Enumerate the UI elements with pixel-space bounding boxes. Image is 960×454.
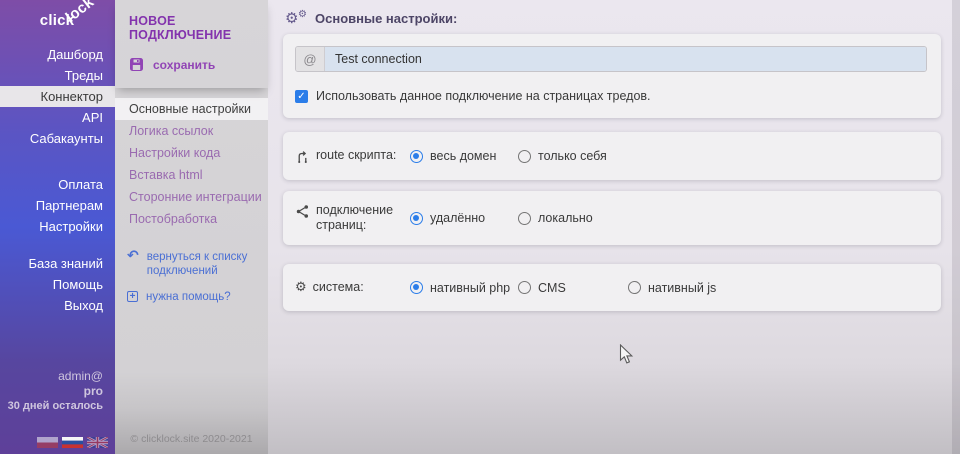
script-route-label-group: route скрипта: bbox=[295, 148, 410, 164]
use-on-threads-checkbox[interactable]: ✓ bbox=[295, 90, 308, 103]
save-button[interactable]: сохранить bbox=[129, 57, 254, 72]
sidebar-item-help[interactable]: Помощь bbox=[0, 274, 115, 295]
account-email-line2: pro bbox=[8, 384, 103, 399]
undo-arrow-icon: ↶ bbox=[127, 250, 139, 278]
sidebar-item-knowledge-base[interactable]: База знаний bbox=[0, 253, 115, 274]
system-label: система: bbox=[313, 280, 364, 295]
menu-item-integrations[interactable]: Сторонние интеграции bbox=[115, 186, 268, 208]
radio-selected-icon[interactable] bbox=[410, 150, 423, 163]
route-split-icon bbox=[295, 149, 310, 164]
connection-name-group: @ bbox=[295, 46, 927, 72]
sidebar-nav: Дашборд Треды Коннектор API Сабакаунты О… bbox=[0, 44, 115, 316]
sidebar-item-logout[interactable]: Выход bbox=[0, 295, 115, 316]
script-route-card: route скрипта: весь домен только себя bbox=[283, 132, 941, 180]
radio-unselected-icon[interactable] bbox=[518, 212, 531, 225]
page-connection-label-group: подключение страниц: bbox=[295, 203, 410, 233]
main-header: ⚙⚙ Основные настройки: bbox=[268, 0, 960, 26]
flag-poland-icon[interactable] bbox=[37, 437, 58, 448]
menu-item-basic-settings[interactable]: Основные настройки bbox=[115, 98, 268, 120]
sidebar-item-api[interactable]: API bbox=[0, 107, 115, 128]
copyright-footer: © clicklock.site 2020-2021 bbox=[115, 433, 268, 445]
account-email-line1: admin@ bbox=[8, 369, 103, 384]
script-route-label: route скрипта: bbox=[316, 148, 396, 163]
menu-item-link-logic[interactable]: Логика ссылок bbox=[115, 120, 268, 142]
pages-option-label: локально bbox=[538, 211, 593, 225]
pages-option-local[interactable]: локально bbox=[518, 211, 593, 225]
radio-selected-icon[interactable] bbox=[410, 212, 423, 225]
pages-option-label: удалённо bbox=[430, 211, 485, 225]
route-option-label: весь домен bbox=[430, 149, 496, 163]
sidebar: clicklock Дашборд Треды Коннектор API Са… bbox=[0, 0, 115, 454]
nav-spacer bbox=[0, 237, 115, 253]
route-option-only-self[interactable]: только себя bbox=[518, 149, 607, 163]
save-label: сохранить bbox=[153, 58, 215, 72]
connection-panel: НОВОЕ ПОДКЛЮЧЕНИЕ сохранить Основные нас… bbox=[115, 0, 268, 454]
flag-russia-icon[interactable] bbox=[62, 437, 83, 448]
route-option-label: только себя bbox=[538, 149, 607, 163]
route-option-whole-domain[interactable]: весь домен bbox=[410, 149, 518, 163]
connection-name-card: @ ✓ Использовать данное подключение на с… bbox=[283, 34, 941, 118]
use-on-threads-row: ✓ Использовать данное подключение на стр… bbox=[295, 89, 927, 103]
pages-option-remote[interactable]: удалённо bbox=[410, 211, 518, 225]
menu-item-html-insert[interactable]: Вставка html bbox=[115, 164, 268, 186]
system-option-native-php[interactable]: нативный php bbox=[410, 281, 518, 295]
sidebar-item-connector[interactable]: Коннектор bbox=[0, 86, 115, 107]
need-help-link[interactable]: + нужна помощь? bbox=[127, 290, 256, 304]
connection-name-input[interactable] bbox=[325, 47, 926, 71]
gears-icon: ⚙⚙ bbox=[285, 11, 307, 26]
radio-unselected-icon[interactable] bbox=[518, 150, 531, 163]
menu-item-postprocessing[interactable]: Постобработка bbox=[115, 208, 268, 230]
nav-spacer bbox=[0, 149, 115, 174]
help-link-label: нужна помощь? bbox=[146, 290, 231, 304]
main-content: ⚙⚙ Основные настройки: @ ✓ Использовать … bbox=[268, 0, 960, 454]
panel-header-block: НОВОЕ ПОДКЛЮЧЕНИЕ сохранить bbox=[115, 0, 268, 88]
account-info: admin@ pro 30 дней осталось bbox=[8, 369, 103, 414]
system-option-label: нативный php bbox=[430, 281, 510, 295]
mouse-cursor bbox=[619, 344, 634, 366]
system-option-label: CMS bbox=[538, 281, 566, 295]
panel-links: ↶ вернуться к списку подключений + нужна… bbox=[115, 250, 268, 304]
sidebar-item-dashboard[interactable]: Дашборд bbox=[0, 44, 115, 65]
save-icon bbox=[129, 57, 144, 72]
sidebar-item-threads[interactable]: Треды bbox=[0, 65, 115, 86]
sidebar-item-subaccounts[interactable]: Сабакаунты bbox=[0, 128, 115, 149]
system-card: ⚙ система: нативный php CMS нативный js bbox=[283, 264, 941, 311]
right-edge-shade bbox=[952, 0, 960, 454]
connection-settings-menu: Основные настройки Логика ссылок Настрой… bbox=[115, 98, 268, 230]
language-switcher bbox=[37, 437, 108, 448]
panel-title: НОВОЕ ПОДКЛЮЧЕНИЕ bbox=[129, 14, 254, 42]
radio-unselected-icon[interactable] bbox=[518, 281, 531, 294]
page-connection-card: подключение страниц: удалённо локально bbox=[283, 191, 941, 245]
menu-item-code-settings[interactable]: Настройки кода bbox=[115, 142, 268, 164]
share-icon bbox=[295, 204, 310, 219]
back-link-label: вернуться к списку подключений bbox=[147, 250, 256, 278]
radio-unselected-icon[interactable] bbox=[628, 281, 641, 294]
sidebar-item-settings[interactable]: Настройки bbox=[0, 216, 115, 237]
sidebar-item-payment[interactable]: Оплата bbox=[0, 174, 115, 195]
system-option-cms[interactable]: CMS bbox=[518, 281, 628, 295]
page-connection-label: подключение страниц: bbox=[316, 203, 392, 233]
system-option-native-js[interactable]: нативный js bbox=[628, 281, 716, 295]
help-plus-icon: + bbox=[127, 291, 138, 302]
page-title: Основные настройки: bbox=[315, 11, 457, 26]
flag-uk-icon[interactable] bbox=[87, 437, 108, 448]
app-logo[interactable]: clicklock bbox=[40, 12, 105, 29]
system-gear-icon: ⚙ bbox=[295, 281, 307, 295]
account-days-left: 30 дней осталось bbox=[8, 399, 103, 414]
sidebar-item-partners[interactable]: Партнерам bbox=[0, 195, 115, 216]
system-label-group: ⚙ система: bbox=[295, 280, 410, 295]
at-icon: @ bbox=[296, 47, 325, 71]
use-on-threads-label: Использовать данное подключение на стран… bbox=[316, 89, 651, 103]
radio-selected-icon[interactable] bbox=[410, 281, 423, 294]
back-to-connections-link[interactable]: ↶ вернуться к списку подключений bbox=[127, 250, 256, 278]
system-option-label: нативный js bbox=[648, 281, 716, 295]
